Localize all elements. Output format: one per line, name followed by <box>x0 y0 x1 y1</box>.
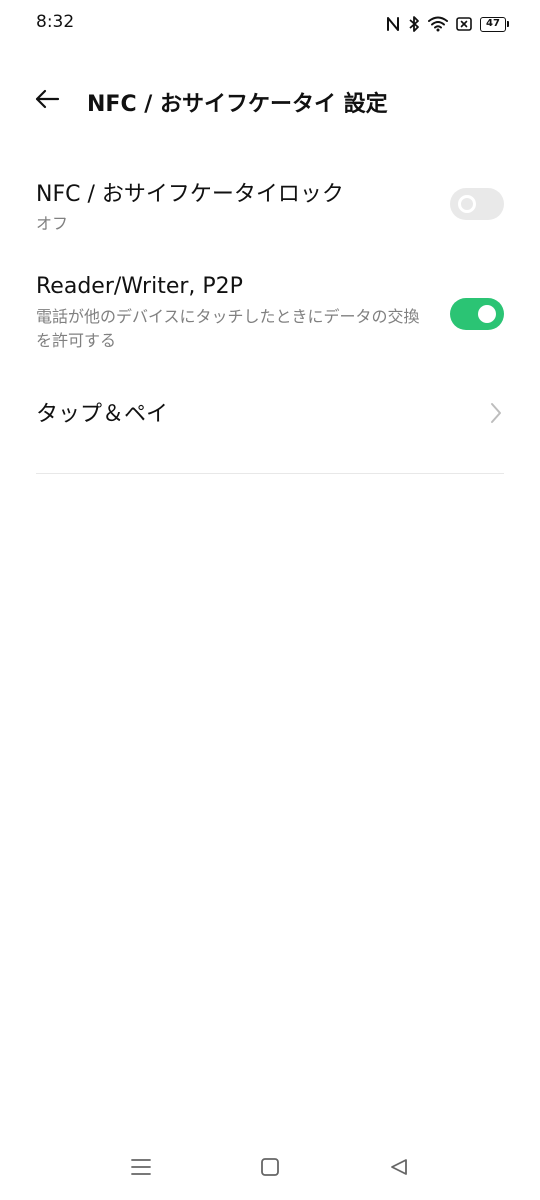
wifi-icon <box>428 16 448 32</box>
arrow-left-icon <box>34 89 60 113</box>
nfc-lock-item[interactable]: NFC / おサイフケータイロック オフ <box>36 176 504 240</box>
nfc-lock-toggle[interactable] <box>450 188 504 220</box>
header: NFC / おサイフケータイ 設定 <box>0 70 540 130</box>
reader-writer-subtitle: 電話が他のデバイスにタッチしたときにデータの交換を許可する <box>36 307 420 350</box>
tap-and-pay-item[interactable]: タップ＆ペイ <box>36 396 504 436</box>
nav-bar <box>0 1140 540 1200</box>
tap-and-pay-title: タップ＆ペイ <box>36 402 169 427</box>
chevron-right-icon <box>490 402 502 428</box>
nfc-lock-subtitle: オフ <box>36 214 69 233</box>
toggle-knob <box>478 305 496 323</box>
back-triangle-icon <box>389 1157 409 1181</box>
status-icons: 47 <box>386 13 509 35</box>
divider <box>36 473 504 474</box>
status-bar: 8:32 47 <box>0 0 540 48</box>
menu-button[interactable] <box>126 1154 156 1184</box>
toggle-knob <box>458 195 476 213</box>
menu-icon <box>130 1158 152 1180</box>
nfc-lock-title: NFC / おサイフケータイロック <box>36 182 344 207</box>
back-nav-button[interactable] <box>384 1154 414 1184</box>
nfc-icon <box>386 16 400 32</box>
reader-writer-item[interactable]: Reader/Writer, P2P 電話が他のデバイスにタッチしたときにデータ… <box>36 274 504 362</box>
bluetooth-icon <box>408 15 420 33</box>
status-time: 8:32 <box>36 12 75 32</box>
page-title: NFC / おサイフケータイ 設定 <box>87 92 388 117</box>
home-button[interactable] <box>255 1154 285 1184</box>
home-icon <box>260 1157 280 1181</box>
back-button[interactable] <box>30 84 64 118</box>
reader-writer-toggle[interactable] <box>450 298 504 330</box>
sim-off-icon <box>456 16 472 32</box>
reader-writer-title: Reader/Writer, P2P <box>36 274 243 299</box>
battery-icon: 47 <box>480 16 509 32</box>
